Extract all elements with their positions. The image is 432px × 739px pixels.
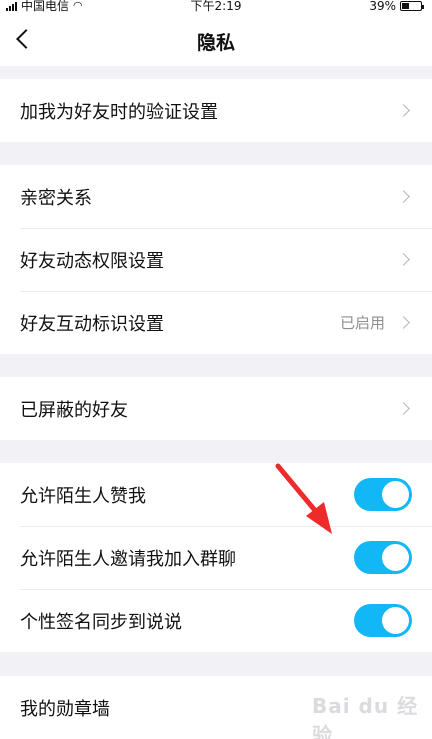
status-right: 39% — [369, 0, 424, 13]
status-value: 已启用 — [339, 314, 385, 332]
watermark: Bai du 经验 — [312, 694, 419, 739]
toggle-knob — [382, 481, 409, 508]
row-signature-sync: 个性签名同步到说说 — [0, 589, 432, 652]
battery-fill — [402, 3, 410, 9]
chevron-right-icon — [397, 253, 410, 266]
privacy-screen: 中国电信 ◠ 下午2:19 39% 隐私 加我为好友时的验证设置 亲密关系 好友… — [0, 0, 432, 739]
section-verification: 加我为好友时的验证设置 — [0, 79, 432, 142]
section-blocked: 已屏蔽的好友 — [0, 377, 432, 440]
battery-icon — [400, 1, 424, 11]
page-title: 隐私 — [196, 32, 235, 54]
signature-sync-toggle[interactable] — [354, 604, 412, 637]
battery-percent: 39% — [369, 0, 396, 13]
row-label: 允许陌生人邀请我加入群聊 — [20, 548, 236, 570]
chevron-right-icon — [397, 104, 410, 117]
row-label: 好友动态权限设置 — [20, 250, 164, 272]
row-stranger-group-invite: 允许陌生人邀请我加入群聊 — [0, 526, 432, 589]
row-label: 亲密关系 — [20, 187, 92, 209]
nav-bar: 隐私 — [0, 16, 432, 66]
row-friend-verification[interactable]: 加我为好友时的验证设置 — [0, 79, 432, 142]
stranger-group-invite-toggle[interactable] — [354, 541, 412, 574]
row-intimate-relations[interactable]: 亲密关系 — [0, 165, 432, 228]
annotation-arrow-icon — [275, 463, 332, 534]
row-label: 个性签名同步到说说 — [20, 611, 182, 633]
chevron-right-icon — [397, 190, 410, 203]
row-label: 已屏蔽的好友 — [20, 399, 128, 421]
toggle-knob — [382, 544, 409, 571]
row-friend-feed-permissions[interactable]: 好友动态权限设置 — [0, 228, 432, 291]
status-bar: 中国电信 ◠ 下午2:19 39% — [0, 0, 432, 16]
row-stranger-like: 允许陌生人赞我 — [0, 463, 432, 526]
row-interaction-badge[interactable]: 好友互动标识设置 已启用 — [0, 291, 432, 354]
chevron-right-icon — [397, 316, 410, 329]
row-label: 好友互动标识设置 — [20, 313, 164, 335]
toggle-knob — [382, 607, 409, 634]
row-label: 加我为好友时的验证设置 — [20, 101, 218, 123]
row-blocked-friends[interactable]: 已屏蔽的好友 — [0, 377, 432, 440]
section-stranger-settings: 允许陌生人赞我 允许陌生人邀请我加入群聊 个性签名同步到说说 — [0, 463, 432, 652]
stranger-like-toggle[interactable] — [354, 478, 412, 511]
chevron-right-icon — [397, 402, 410, 415]
section-relations: 亲密关系 好友动态权限设置 好友互动标识设置 已启用 — [0, 165, 432, 354]
status-time: 下午2:19 — [190, 0, 242, 13]
